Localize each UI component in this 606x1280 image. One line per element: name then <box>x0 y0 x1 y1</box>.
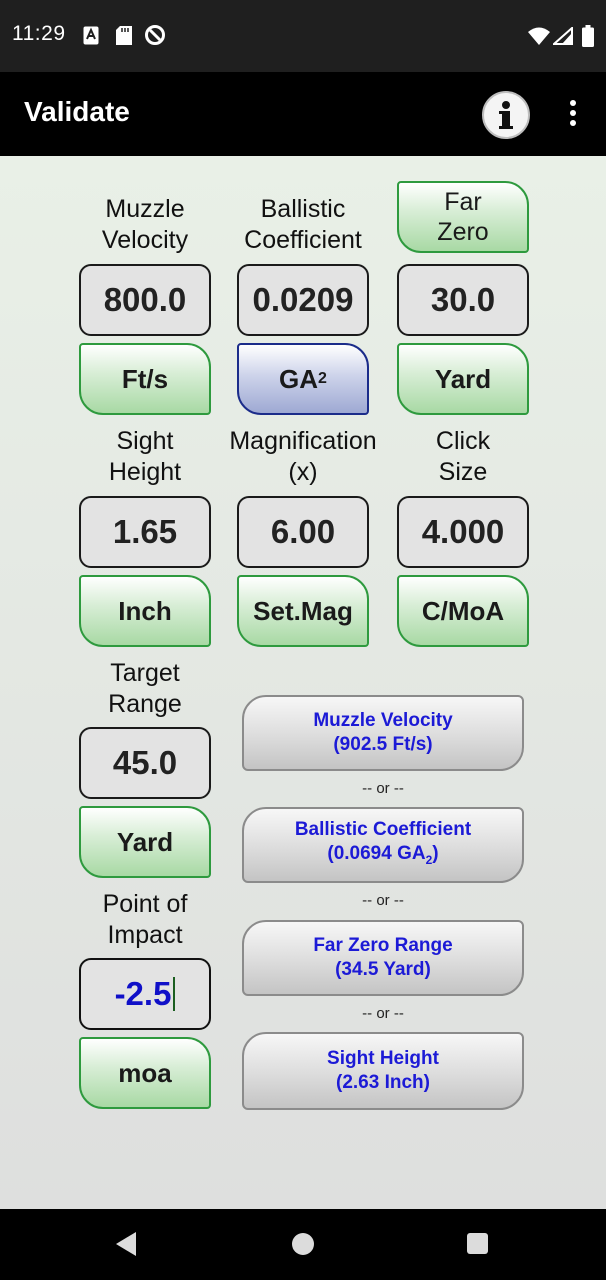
recent-apps-icon[interactable] <box>467 1233 488 1254</box>
drag-model-label: GA <box>279 363 319 394</box>
text-cursor <box>173 977 176 1011</box>
solve-ballistic-coefficient-button[interactable]: Ballistic Coefficient (0.0694 GA2) <box>242 807 524 883</box>
main-content: Muzzle Velocity Ballistic Coefficient Fa… <box>0 156 606 1209</box>
autofill-notification-icon <box>83 26 99 50</box>
or-separator: -- or -- <box>362 892 404 909</box>
app-bar: Validate <box>0 72 606 156</box>
muzzle-velocity-label: Muzzle Velocity <box>70 194 220 256</box>
velocity-unit-button[interactable]: Ft/s <box>79 343 211 415</box>
info-button[interactable] <box>482 91 530 139</box>
overflow-dot <box>570 120 576 126</box>
far-zero-field[interactable]: 30.0 <box>397 264 529 336</box>
label-line: Target <box>110 659 180 687</box>
far-zero-button[interactable]: Far Zero <box>397 181 529 253</box>
result-title: Far Zero Range <box>313 935 453 956</box>
solve-far-zero-range-button[interactable]: Far Zero Range (34.5 Yard) <box>242 920 524 996</box>
drag-model-button[interactable]: GA 2 <box>237 343 369 415</box>
label-line: Height <box>108 458 182 486</box>
ballistic-coefficient-label: Ballistic Coefficient <box>228 194 378 256</box>
muzzle-velocity-field[interactable]: 800.0 <box>79 264 211 336</box>
label-line: Click <box>435 427 491 455</box>
ballistic-coefficient-field[interactable]: 0.0209 <box>237 264 369 336</box>
result-value: (902.5 Ft/s) <box>333 734 433 755</box>
data-saver-icon <box>144 24 166 51</box>
solve-muzzle-velocity-button[interactable]: Muzzle Velocity (902.5 Ft/s) <box>242 695 524 771</box>
click-size-unit-button[interactable]: C/MoA <box>397 575 529 647</box>
label-line: Size <box>438 458 488 486</box>
target-range-label: Target Range <box>70 658 220 720</box>
set-magnification-button[interactable]: Set.Mag <box>237 575 369 647</box>
back-icon[interactable] <box>116 1232 136 1256</box>
system-navigation-bar <box>0 1209 606 1280</box>
far-zero-label-line: Far <box>444 188 482 216</box>
target-range-unit-button[interactable]: Yard <box>79 806 211 878</box>
result-value-main: (0.0694 GA <box>327 843 426 865</box>
label-line: Impact <box>107 921 183 949</box>
or-separator: -- or -- <box>362 780 404 797</box>
wifi-icon <box>528 27 550 50</box>
page-title: Validate <box>24 96 130 127</box>
label-line: Coefficient <box>244 226 362 254</box>
point-of-impact-label: Point of Impact <box>70 889 220 951</box>
label-line: Ballistic <box>260 195 346 223</box>
sight-height-unit-button[interactable]: Inch <box>79 575 211 647</box>
magnification-field[interactable]: 6.00 <box>237 496 369 568</box>
home-icon[interactable] <box>292 1233 314 1255</box>
drag-model-subscript: 2 <box>318 370 327 387</box>
point-of-impact-value: -2.5 <box>114 975 172 1012</box>
magnification-label: Magnification (x) <box>218 426 388 488</box>
status-time: 11:29 <box>12 22 66 45</box>
result-title: Muzzle Velocity <box>313 710 453 731</box>
battery-icon <box>582 25 594 52</box>
result-value-close: ) <box>432 843 439 865</box>
far-zero-unit-button[interactable]: Yard <box>397 343 529 415</box>
label-line: Magnification <box>229 427 377 455</box>
overflow-dot <box>570 110 576 116</box>
label-line: Range <box>108 690 182 718</box>
label-line: Point of <box>102 890 188 918</box>
point-of-impact-field[interactable]: -2.5 <box>79 958 211 1030</box>
impact-unit-button[interactable]: moa <box>79 1037 211 1109</box>
info-icon <box>499 101 513 129</box>
label-line: (x) <box>288 458 318 486</box>
overflow-menu-button[interactable] <box>560 98 586 132</box>
cellular-signal-icon <box>551 25 573 50</box>
result-value: (34.5 Yard) <box>335 959 431 980</box>
target-range-field[interactable]: 45.0 <box>79 727 211 799</box>
sd-card-icon <box>116 26 132 50</box>
label-line: Muzzle <box>105 195 185 223</box>
result-value: (2.63 Inch) <box>336 1072 430 1093</box>
sight-height-field[interactable]: 1.65 <box>79 496 211 568</box>
sight-height-label: Sight Height <box>70 426 220 488</box>
result-value: (0.0694 GA2) <box>327 842 438 872</box>
label-line: Sight <box>116 427 174 455</box>
result-title: Ballistic Coefficient <box>294 819 472 841</box>
status-bar: 11:29 <box>0 0 606 72</box>
click-size-field[interactable]: 4.000 <box>397 496 529 568</box>
solve-sight-height-button[interactable]: Sight Height (2.63 Inch) <box>242 1032 524 1110</box>
overflow-dot <box>570 100 576 106</box>
label-line: Velocity <box>101 226 189 254</box>
or-separator: -- or -- <box>362 1005 404 1022</box>
result-title: Sight Height <box>327 1048 439 1069</box>
far-zero-label-line: Zero <box>437 218 489 246</box>
click-size-label: Click Size <box>388 426 538 488</box>
